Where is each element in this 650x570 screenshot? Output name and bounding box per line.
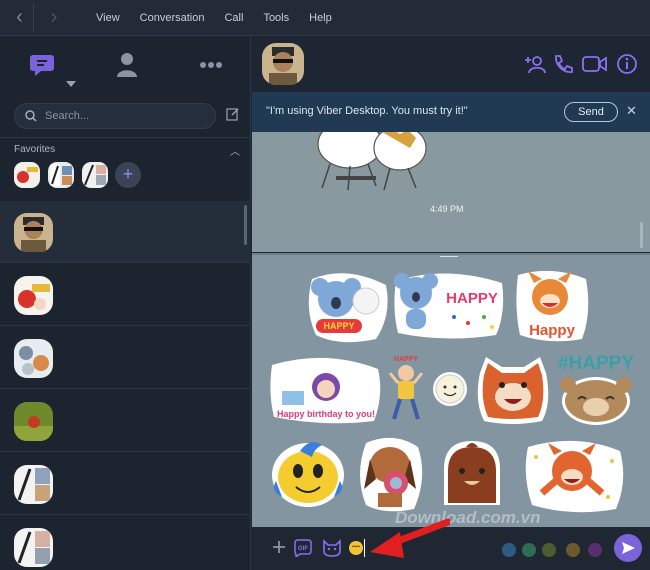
- contact-avatar[interactable]: [262, 43, 304, 85]
- sticker-dog[interactable]: [356, 435, 426, 513]
- back-button[interactable]: ‹: [6, 4, 34, 32]
- sticker-fox-celebrate[interactable]: [522, 437, 626, 513]
- annotation-arrow-icon: [370, 518, 450, 558]
- sticker-panel: HAPPY HAPPY Happy Happy birthday to you!…: [252, 253, 650, 527]
- resize-handle[interactable]: [440, 255, 458, 257]
- chat-list-item[interactable]: [0, 390, 251, 452]
- gif-label: GIF: [298, 546, 308, 552]
- avatar: [14, 213, 53, 252]
- color-dot: [566, 543, 580, 557]
- sticker-icon[interactable]: [322, 539, 342, 557]
- menu-tools[interactable]: Tools: [263, 12, 289, 24]
- favorite-avatar[interactable]: [82, 162, 108, 188]
- sticker-text: Happy birthday to you!: [277, 409, 375, 419]
- plus-icon[interactable]: [272, 540, 286, 554]
- sticker-text: #HAPPY: [558, 353, 634, 374]
- divider: [0, 137, 251, 138]
- chevron-up-icon[interactable]: ︿: [230, 143, 240, 158]
- chevron-down-icon[interactable]: [66, 81, 76, 87]
- more-icon[interactable]: [200, 61, 222, 69]
- chat-list-item[interactable]: [0, 264, 251, 326]
- sticker-smiley[interactable]: [432, 371, 468, 407]
- color-dot: [542, 543, 556, 557]
- invite-banner: "I'm using Viber Desktop. You must try i…: [252, 92, 650, 132]
- meme-sticker[interactable]: [310, 132, 430, 194]
- add-participant-icon[interactable]: [524, 53, 546, 75]
- sticker-yellow-fish[interactable]: [270, 437, 346, 509]
- search-input[interactable]: [45, 108, 205, 124]
- avatar: [14, 339, 53, 378]
- chat-list-item[interactable]: [0, 516, 251, 570]
- search-icon: [25, 110, 37, 122]
- chat-list-item[interactable]: [0, 453, 251, 515]
- compose-icon[interactable]: [226, 107, 240, 121]
- gif-icon[interactable]: GIF: [292, 539, 314, 557]
- close-icon[interactable]: ✕: [626, 103, 637, 119]
- favorite-avatar[interactable]: [48, 162, 74, 188]
- sticker-text: HAPPY: [446, 290, 498, 307]
- sticker-red-fox[interactable]: [476, 355, 550, 425]
- menu-conversation[interactable]: Conversation: [140, 12, 205, 24]
- sticker-bear-happy[interactable]: #HAPPY: [556, 351, 638, 427]
- sticker-text: Happy: [529, 322, 576, 339]
- send-icon: [622, 542, 635, 554]
- sidebar-tabs: [0, 37, 251, 95]
- scrollbar[interactable]: [640, 222, 643, 248]
- menu-bar: ‹ › View Conversation Call Tools Help: [0, 0, 650, 36]
- menu: View Conversation Call Tools Help: [84, 0, 340, 36]
- video-call-icon[interactable]: [582, 53, 608, 75]
- sticker-koala-hug[interactable]: HAPPY: [308, 269, 390, 343]
- sticker-fox-happy[interactable]: Happy: [514, 267, 590, 343]
- message-timestamp: 4:49 PM: [430, 204, 464, 214]
- avatar: [14, 528, 53, 567]
- send-invite-button[interactable]: Send: [564, 102, 618, 122]
- add-favorite-button[interactable]: +: [115, 162, 141, 188]
- search-box[interactable]: [14, 103, 216, 129]
- call-icon[interactable]: [552, 53, 574, 75]
- favorites-label: Favorites: [14, 144, 56, 155]
- sticker-boy-happy[interactable]: HAPPY: [388, 351, 424, 423]
- menu-help[interactable]: Help: [309, 12, 332, 24]
- banner-text: "I'm using Viber Desktop. You must try i…: [266, 105, 468, 117]
- emoji-icon[interactable]: [348, 539, 364, 557]
- sticker-text: HAPPY: [394, 356, 418, 363]
- color-dot: [502, 543, 516, 557]
- send-button[interactable]: [614, 534, 642, 562]
- avatar: [14, 276, 53, 315]
- message-area: 4:49 PM: [252, 132, 650, 252]
- sticker-koala-happy[interactable]: HAPPY: [394, 267, 506, 341]
- sticker-happy-birthday[interactable]: Happy birthday to you!: [270, 351, 382, 425]
- menu-view[interactable]: View: [96, 12, 120, 24]
- menu-call[interactable]: Call: [224, 12, 243, 24]
- chats-icon[interactable]: [28, 51, 56, 79]
- color-dot: [588, 543, 602, 557]
- sticker-text: HAPPY: [323, 321, 354, 331]
- message-input-bar: GIF: [252, 527, 650, 570]
- avatar: [14, 465, 53, 504]
- text-caret: [364, 539, 365, 557]
- scrollbar[interactable]: [244, 205, 247, 245]
- sticker-brown-blob[interactable]: [438, 439, 506, 509]
- info-icon[interactable]: [616, 53, 638, 75]
- color-dot: [522, 543, 536, 557]
- chat-header: [252, 37, 650, 91]
- forward-button[interactable]: ›: [40, 4, 68, 32]
- favorite-avatar[interactable]: [14, 162, 40, 188]
- avatar: [14, 402, 53, 441]
- sidebar: Favorites ︿ +: [0, 37, 251, 570]
- contacts-icon[interactable]: [116, 51, 138, 79]
- chat-list-item[interactable]: [0, 201, 251, 263]
- chat-list-item[interactable]: [0, 327, 251, 389]
